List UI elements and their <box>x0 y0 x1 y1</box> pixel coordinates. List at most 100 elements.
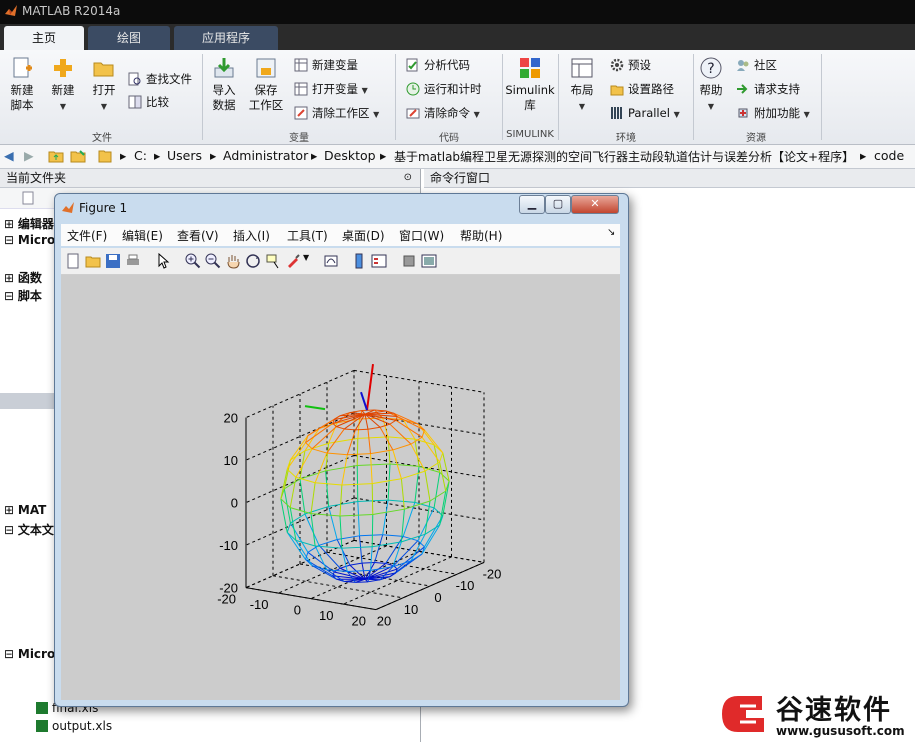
path-segment[interactable]: C: <box>134 148 147 163</box>
figure-menu-bar: 文件(F) 编辑(E) 查看(V) 插入(I) 工具(T) 桌面(D) 窗口(W… <box>61 224 620 246</box>
surface-mesh-line <box>310 482 316 514</box>
surface-mesh-line <box>284 478 301 490</box>
dock-icon[interactable]: ↘ <box>607 227 615 238</box>
tree-group[interactable]: ⊟ Micro <box>4 647 55 661</box>
add-ons-button[interactable]: 附加功能 ▼ <box>736 104 810 122</box>
surface-mesh-line <box>401 470 426 480</box>
preferences-button[interactable]: 预设 <box>610 56 651 74</box>
menu-tools[interactable]: 工具(T) <box>287 227 328 244</box>
save-icon[interactable] <box>105 253 121 269</box>
colorbar-icon[interactable] <box>351 253 367 269</box>
surface-plot[interactable]: 20100-10-2020100-10-20-20-1001020 <box>61 275 620 700</box>
menu-insert[interactable]: 插入(I) <box>233 227 270 244</box>
menu-window[interactable]: 窗口(W) <box>399 227 444 244</box>
tab-apps[interactable]: 应用程序 <box>174 26 278 50</box>
path-segment[interactable]: Users <box>167 148 202 163</box>
path-segment[interactable]: code <box>874 148 904 163</box>
simulink-library-button[interactable]: Simulink 库 <box>504 56 556 113</box>
clear-commands-button[interactable]: 清除命令 ▼ <box>406 104 480 122</box>
tree-group[interactable]: ⊟ Micro <box>4 233 55 247</box>
surface-mesh-line <box>290 450 306 461</box>
pan-hand-icon[interactable] <box>225 253 241 269</box>
z-tick-label: 20 <box>224 411 238 426</box>
find-files-button[interactable]: 查找文件 <box>128 70 192 88</box>
rotate-3d-icon[interactable] <box>245 253 261 269</box>
panel-menu-icon[interactable]: ⊙ <box>404 169 412 187</box>
zoom-out-icon[interactable] <box>205 253 221 269</box>
browse-folder-icon[interactable] <box>70 149 86 163</box>
new-button[interactable]: 新建 ▼ <box>45 56 81 114</box>
menu-view[interactable]: 查看(V) <box>177 227 219 244</box>
run-and-time-button[interactable]: 运行和计时 <box>406 80 482 98</box>
figure-canvas[interactable]: 20 10 0 -10 -20 20 10 0 -10 -20 -20 -10 0 10 20 <box>61 275 620 700</box>
open-variable-button[interactable]: 打开变量 ▼ <box>294 80 368 98</box>
menu-help[interactable]: 帮助(H) <box>460 227 502 244</box>
tab-home[interactable]: 主页 <box>4 26 84 50</box>
menu-desktop[interactable]: 桌面(D) <box>342 227 385 244</box>
data-cursor-icon[interactable] <box>265 253 281 269</box>
back-icon[interactable]: ◀ <box>4 148 14 163</box>
path-segment[interactable]: Desktop <box>324 148 376 163</box>
close-button[interactable]: ✕ <box>571 195 619 214</box>
show-plot-tools-icon[interactable] <box>421 253 437 269</box>
surface-mesh-line <box>374 562 386 564</box>
surface-mesh-line <box>318 544 341 569</box>
new-figure-icon[interactable] <box>65 253 81 269</box>
open-file-icon[interactable] <box>85 253 101 269</box>
x-tick-label: 0 <box>434 590 441 605</box>
group-label-simulink: SIMULINK <box>506 129 554 140</box>
link-plot-icon[interactable] <box>323 253 339 269</box>
legend-icon[interactable] <box>371 253 387 269</box>
surface-mesh-line <box>410 443 426 472</box>
community-button[interactable]: 社区 <box>736 56 777 74</box>
ribbon-divider <box>821 54 822 140</box>
select-arrow-icon[interactable] <box>155 253 171 269</box>
menu-edit[interactable]: 编辑(E) <box>122 227 163 244</box>
selected-row[interactable] <box>0 393 58 409</box>
file-item[interactable]: output.xls <box>36 719 112 733</box>
surface-mesh-line <box>382 500 389 535</box>
brush-icon[interactable] <box>285 253 301 269</box>
simulink-library-icon <box>520 58 540 78</box>
surface-mesh-line <box>341 454 348 486</box>
compare-button[interactable]: 比较 <box>128 93 169 111</box>
tree-group[interactable]: ⊞ 编辑器 <box>4 215 54 232</box>
parallel-icon <box>611 107 622 119</box>
minimize-button[interactable]: ▁ <box>519 195 545 214</box>
menu-file[interactable]: 文件(F) <box>67 227 107 244</box>
analyze-code-button[interactable]: 分析代码 <box>406 56 470 74</box>
new-variable-button[interactable]: 新建变量 <box>294 56 358 74</box>
new-script-button[interactable]: 新建 脚本 <box>4 56 40 113</box>
tab-plots[interactable]: 绘图 <box>88 26 170 50</box>
figure-title-bar[interactable]: Figure 1 <box>61 198 127 218</box>
layout-button[interactable]: 布局 ▼ <box>564 56 600 114</box>
path-segment[interactable]: Administrator <box>223 148 308 163</box>
forward-icon[interactable]: ▶ <box>24 148 34 163</box>
hide-plot-tools-icon[interactable] <box>401 253 417 269</box>
tree-group[interactable]: ⊟ 脚本 <box>4 287 42 304</box>
z-tick-label: -10 <box>219 538 238 553</box>
print-icon[interactable] <box>125 253 141 269</box>
help-button[interactable]: ? 帮助 ▼ <box>696 56 726 114</box>
chevron-down-icon: ▼ <box>803 110 810 119</box>
tree-group[interactable]: ⊞ MAT <box>4 503 46 517</box>
figure-window[interactable]: Figure 1 ▁ ▢ ✕ 文件(F) 编辑(E) 查看(V) 插入(I) 工… <box>54 193 629 707</box>
up-folder-icon[interactable] <box>48 149 64 163</box>
clear-workspace-button[interactable]: 清除工作区 ▼ <box>294 104 379 122</box>
set-path-button[interactable]: 设置路径 <box>610 80 674 98</box>
open-button[interactable]: 打开 ▼ <box>86 56 122 114</box>
path-segment[interactable]: 基于matlab编程卫星无源探测的空间飞行器主动段轨道估计与误差分析【论文+程序… <box>394 148 854 165</box>
tree-group[interactable]: ⊞ 函数 <box>4 269 42 286</box>
import-data-button[interactable]: 导入 数据 <box>207 56 241 113</box>
chevron-down-icon[interactable]: ▼ <box>303 253 319 269</box>
zoom-in-icon[interactable] <box>185 253 201 269</box>
maximize-button[interactable]: ▢ <box>545 195 571 214</box>
surface-mesh-line <box>286 522 291 533</box>
surface-mesh-line <box>286 468 297 478</box>
save-workspace-button[interactable]: 保存 工作区 <box>246 56 286 113</box>
parallel-button[interactable]: Parallel ▼ <box>610 104 680 122</box>
surface-mesh-line <box>356 465 359 502</box>
surface-mesh-line <box>341 548 348 572</box>
tree-group[interactable]: ⊟ 文本文 <box>4 521 54 538</box>
request-support-button[interactable]: 请求支持 <box>736 80 800 98</box>
